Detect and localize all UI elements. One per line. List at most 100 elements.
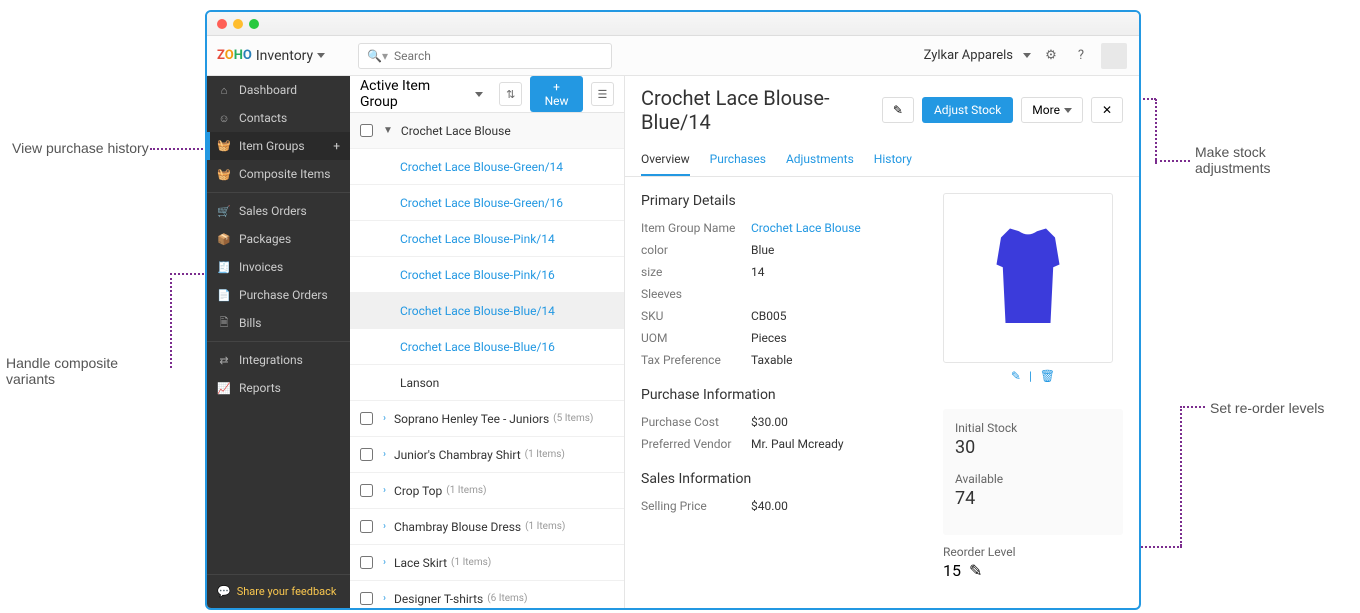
chevron-right-icon[interactable]: › xyxy=(383,593,386,604)
adjust-stock-button[interactable]: Adjust Stock xyxy=(922,97,1013,123)
gear-icon[interactable]: ⚙ xyxy=(1041,46,1061,66)
chevron-down-icon[interactable]: ▼ xyxy=(383,125,393,136)
edit-button[interactable]: ✎ xyxy=(882,97,914,123)
group-name: Lace Skirt xyxy=(394,556,447,570)
variant-row[interactable]: Crochet Lace Blouse-Blue/16 xyxy=(350,329,624,365)
list-group-row[interactable]: ›Lace Skirt(1 Items) xyxy=(350,545,624,581)
sidebar-item-item-groups[interactable]: 🧺Item Groups+ xyxy=(207,132,350,160)
reorder-value: 15 xyxy=(943,561,961,580)
sidebar-item-label: Sales Orders xyxy=(239,204,307,218)
kv-row: Selling Price$40.00 xyxy=(641,499,923,513)
row-checkbox[interactable] xyxy=(360,592,373,605)
kv-value[interactable]: Crochet Lace Blouse xyxy=(751,221,861,235)
sidebar-item-invoices[interactable]: 🧾Invoices xyxy=(207,253,350,281)
annotation-reorder: Set re-order levels xyxy=(1210,400,1350,416)
list-group-row[interactable]: ›Designer T-shirts(6 Items) xyxy=(350,581,624,608)
purchase-info-heading: Purchase Information xyxy=(641,387,923,403)
pencil-icon[interactable]: ✎ xyxy=(1011,369,1021,383)
cart-icon: 🛒 xyxy=(217,205,231,218)
sidebar-item-packages[interactable]: 📦Packages xyxy=(207,225,350,253)
tab-overview[interactable]: Overview xyxy=(641,144,690,176)
kv-value: Taxable xyxy=(751,353,793,367)
feedback-link[interactable]: 💬Share your feedback xyxy=(207,574,350,608)
kv-key: Selling Price xyxy=(641,499,751,513)
maximize-dot[interactable] xyxy=(249,19,259,29)
list-group-row[interactable]: ›Chambray Blouse Dress(1 Items) xyxy=(350,509,624,545)
sidebar-item-label: Invoices xyxy=(239,260,283,274)
sort-button[interactable]: ⇅ xyxy=(499,82,522,106)
trash-icon[interactable]: 🗑 xyxy=(1040,369,1055,383)
pencil-icon[interactable]: ✎ xyxy=(969,561,982,580)
help-icon[interactable]: ? xyxy=(1071,46,1091,66)
list-group-row[interactable]: ›Junior's Chambray Shirt(1 Items) xyxy=(350,437,624,473)
sidebar-item-contacts[interactable]: ☺Contacts xyxy=(207,104,350,132)
menu-icon[interactable]: ☰ xyxy=(591,82,614,106)
package-icon: 📦 xyxy=(217,233,231,246)
variant-row[interactable]: Lanson xyxy=(350,365,624,401)
feedback-label: Share your feedback xyxy=(237,585,337,598)
list-heading[interactable]: Active Item Group xyxy=(360,78,467,110)
chevron-right-icon[interactable]: › xyxy=(383,413,386,424)
detail-header: Crochet Lace Blouse-Blue/14 ✎ Adjust Sto… xyxy=(625,76,1139,144)
minimize-dot[interactable] xyxy=(233,19,243,29)
tab-purchases[interactable]: Purchases xyxy=(710,144,766,176)
reorder-label: Reorder Level xyxy=(943,545,1016,559)
close-button[interactable]: ✕ xyxy=(1091,97,1123,123)
tab-adjustments[interactable]: Adjustments xyxy=(786,144,854,176)
chevron-right-icon[interactable]: › xyxy=(383,557,386,568)
list-group-row[interactable]: ›Soprano Henley Tee - Juniors(5 Items) xyxy=(350,401,624,437)
avatar[interactable] xyxy=(1101,43,1127,69)
sidebar-item-sales-orders[interactable]: 🛒 Sales Orders xyxy=(207,197,350,225)
plus-icon[interactable]: + xyxy=(333,139,340,153)
row-checkbox[interactable] xyxy=(360,124,373,137)
pencil-icon: ✎ xyxy=(893,103,903,117)
chevron-down-icon xyxy=(1064,108,1072,113)
variant-name: Crochet Lace Blouse-Blue/16 xyxy=(400,340,555,354)
item-count: (1 Items) xyxy=(525,521,565,532)
row-checkbox[interactable] xyxy=(360,412,373,425)
detail-left: Primary Details Item Group NameCrochet L… xyxy=(641,193,923,580)
close-dot[interactable] xyxy=(217,19,227,29)
variant-row[interactable]: Crochet Lace Blouse-Green/16 xyxy=(350,185,624,221)
chevron-right-icon[interactable]: › xyxy=(383,449,386,460)
variant-row[interactable]: Crochet Lace Blouse-Green/14 xyxy=(350,149,624,185)
tab-history[interactable]: History xyxy=(874,144,912,176)
detail-right: ✎ | 🗑 Initial Stock 30 Available 74 Reor… xyxy=(943,193,1123,580)
brand[interactable]: ZOHO Inventory xyxy=(207,48,350,64)
image-actions: ✎ | 🗑 xyxy=(943,363,1123,389)
row-checkbox[interactable] xyxy=(360,556,373,569)
sidebar-item-bills[interactable]: 🗎Bills xyxy=(207,309,350,337)
kv-row: colorBlue xyxy=(641,243,923,257)
basket-icon: 🧺 xyxy=(217,168,231,181)
sidebar-item-reports[interactable]: 📈Reports xyxy=(207,374,350,402)
variant-row[interactable]: Crochet Lace Blouse-Pink/14 xyxy=(350,221,624,257)
chevron-right-icon[interactable]: › xyxy=(383,521,386,532)
row-checkbox[interactable] xyxy=(360,484,373,497)
row-checkbox[interactable] xyxy=(360,520,373,533)
variant-row[interactable]: Crochet Lace Blouse-Pink/16 xyxy=(350,257,624,293)
annotation-purchase-history: View purchase history xyxy=(12,140,152,156)
kv-key: color xyxy=(641,243,751,257)
group-name: Crochet Lace Blouse xyxy=(401,124,511,138)
reports-icon: 📈 xyxy=(217,382,231,395)
sidebar-item-purchase-orders[interactable]: 📄Purchase Orders xyxy=(207,281,350,309)
kv-key: Sleeves xyxy=(641,287,751,301)
kv-key: UOM xyxy=(641,331,751,345)
search-box[interactable]: 🔍▾ xyxy=(358,43,612,69)
new-button[interactable]: + New xyxy=(530,76,582,112)
row-checkbox[interactable] xyxy=(360,448,373,461)
sidebar-item-dashboard[interactable]: ⌂Dashboard xyxy=(207,76,350,104)
kv-row: Preferred VendorMr. Paul Mcready xyxy=(641,437,923,451)
sidebar: ⌂Dashboard ☺Contacts 🧺Item Groups+ 🧺Comp… xyxy=(207,76,350,608)
variant-name: Crochet Lace Blouse-Blue/14 xyxy=(400,304,555,318)
kv-row: Sleeves xyxy=(641,287,923,301)
list-group-row[interactable]: ›Crop Top(1 Items) xyxy=(350,473,624,509)
variant-row-selected[interactable]: Crochet Lace Blouse-Blue/14 xyxy=(350,293,624,329)
sidebar-item-integrations[interactable]: ⇄Integrations xyxy=(207,346,350,374)
company-name[interactable]: Zylkar Apparels xyxy=(924,48,1013,63)
chevron-right-icon[interactable]: › xyxy=(383,485,386,496)
list-group-row[interactable]: ▼ Crochet Lace Blouse xyxy=(350,113,624,149)
more-button[interactable]: More xyxy=(1021,97,1083,123)
search-input[interactable] xyxy=(394,49,603,63)
sidebar-item-composite[interactable]: 🧺Composite Items xyxy=(207,160,350,188)
